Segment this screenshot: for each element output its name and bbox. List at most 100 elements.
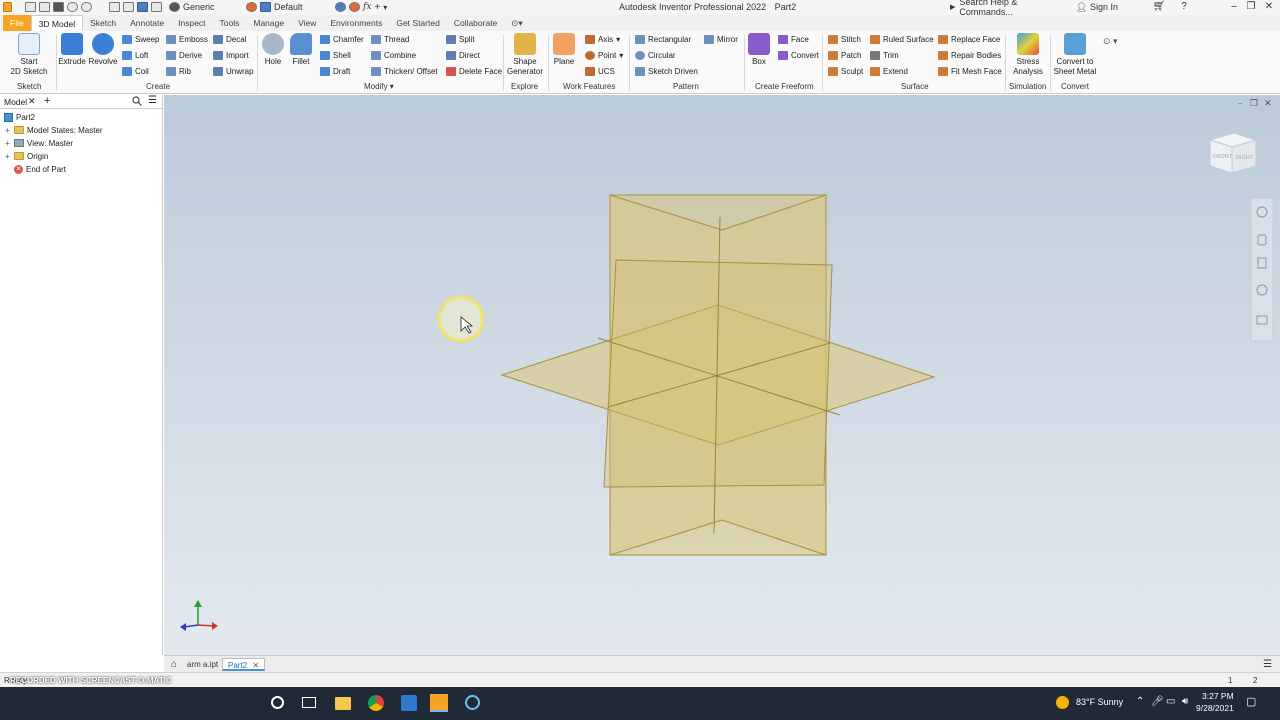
chamfer-button[interactable]: Chamfer [320,35,364,44]
help-icon[interactable]: ? [1175,0,1193,14]
tab-view[interactable]: View [291,15,323,31]
notifications-icon[interactable]: ▢ [1246,695,1256,708]
clock-time[interactable]: 3:27 PM [1202,691,1234,701]
viewcube[interactable]: FRONT RIGHT [1208,132,1258,174]
inventor-taskbar-icon[interactable] [430,694,448,712]
properties-icon[interactable] [151,2,162,12]
open-icon[interactable] [39,2,50,12]
tab-annotate[interactable]: Annotate [123,15,171,31]
menu-icon[interactable]: ☰ [148,95,157,106]
chrome-icon[interactable] [368,695,384,711]
ribbon-options-icon[interactable]: ⊙ ▾ [1103,36,1118,47]
tab-tools[interactable]: Tools [213,15,247,31]
emboss-button[interactable]: Emboss [166,35,208,44]
sculpt-button[interactable]: Sculpt [828,67,863,76]
shell-button[interactable]: Shell [320,51,351,60]
redo-icon[interactable] [81,2,92,12]
rectangular-pattern-button[interactable]: Rectangular [635,35,691,44]
add-browser-icon[interactable]: + [44,95,50,107]
clock-date[interactable]: 9/28/2021 [1196,703,1234,713]
home-icon[interactable]: ⌂ [166,658,182,671]
customize-icon[interactable]: ▾ [383,3,387,12]
circular-pattern-button[interactable]: Circular [635,51,676,60]
tab-inspect[interactable]: Inspect [171,15,212,31]
add-icon[interactable]: + [374,2,380,13]
close-icon[interactable]: ✕ [252,661,259,670]
combine-button[interactable]: Combine [371,51,416,60]
save-icon[interactable] [53,2,64,12]
weather-text[interactable]: 83°F Sunny [1076,697,1123,707]
delete-face-button[interactable]: Delete Face [446,67,502,76]
restore-button[interactable]: ❐ [1242,0,1260,14]
viewport-restore-icon[interactable]: ❐ [1250,99,1258,109]
sweep-button[interactable]: Sweep [122,35,159,44]
close-window-button[interactable]: ✕ [1260,0,1278,14]
mirror-button[interactable]: Mirror [704,35,738,44]
minimize-button[interactable]: – [1225,0,1243,14]
face-button[interactable]: Face [778,35,809,44]
tabs-menu-icon[interactable]: ☰ [1258,658,1277,671]
adjust-icon[interactable] [335,2,346,12]
trim-button[interactable]: Trim [870,51,899,60]
extend-button[interactable]: Extend [870,67,908,76]
unwrap-button[interactable]: Unwrap [213,67,254,76]
viewport-minimize-icon[interactable]: – [1238,99,1243,109]
graphics-viewport[interactable]: FRONT RIGHT – ❐ ✕ [164,95,1280,655]
tree-item-model-states[interactable]: + Model States: Master [4,124,102,136]
patch-button[interactable]: Patch [828,51,861,60]
sketch-driven-button[interactable]: Sketch Driven [635,67,698,76]
fillet-button[interactable]: Fillet [288,33,314,67]
loft-button[interactable]: Loft [122,51,148,60]
convert-freeform-button[interactable]: Convert [778,51,819,60]
replace-face-button[interactable]: Replace Face [938,35,1000,44]
doc-tab-arm-a[interactable]: arm a.ipt [182,658,223,671]
undo-icon[interactable] [67,2,78,12]
convert-sheet-metal-button[interactable]: Convert to Sheet Metal [1052,33,1098,76]
file-explorer-icon[interactable] [335,697,351,710]
shape-generator-button[interactable]: Shape Generator [505,33,545,76]
cart-icon[interactable]: 🛒︎ [1150,0,1168,14]
tree-item-end-of-part[interactable]: ✕ End of Part [14,163,66,175]
tab-manage[interactable]: Manage [246,15,291,31]
clear-appearance-icon[interactable] [349,2,360,12]
cortana-icon[interactable] [271,696,284,709]
axis-button[interactable]: Axis ▾ [585,35,620,44]
thicken-offset-button[interactable]: Thicken/ Offset [371,67,438,76]
appearance-select[interactable]: Generic [183,2,243,12]
tree-item-part2[interactable]: Part2 [4,111,35,123]
search-icon[interactable] [132,96,142,108]
fit-mesh-face-button[interactable]: Fit Mesh Face [938,67,1002,76]
tab-collaborate[interactable]: Collaborate [447,15,504,31]
tab-3d-model[interactable]: 3D Model [30,15,84,31]
doc-tab-part2[interactable]: Part2 ✕ [222,658,266,671]
import-button[interactable]: Import [213,51,249,60]
browser-tab-model[interactable]: Model [4,97,27,107]
extrude-button[interactable]: Extrude [58,33,86,67]
viewport-close-icon[interactable]: ✕ [1264,99,1272,109]
tab-sketch[interactable]: Sketch [83,15,123,31]
panel-modify[interactable]: Modify ▾ [364,82,394,91]
thread-button[interactable]: Thread [371,35,409,44]
direct-button[interactable]: Direct [446,51,480,60]
network-icon[interactable]: ▭ [1166,696,1175,707]
microphone-icon[interactable]: 🎤︎ [1151,696,1164,707]
stress-analysis-button[interactable]: Stress Analysis [1009,33,1047,76]
tab-environments[interactable]: Environments [323,15,389,31]
decal-button[interactable]: Decal [213,35,246,44]
tray-chevron-icon[interactable]: ⌃ [1136,696,1144,707]
tree-item-view[interactable]: + View: Master [4,137,73,149]
update-icon[interactable] [137,2,148,12]
hole-button[interactable]: Hole [260,33,286,67]
plane-button[interactable]: Plane [551,33,577,67]
point-button[interactable]: Point ▾ [585,51,623,60]
tab-get-started[interactable]: Get Started [389,15,446,31]
volume-icon[interactable]: 🔊︎ [1182,696,1188,707]
ucs-button[interactable]: UCS [585,67,615,76]
ruled-surface-button[interactable]: Ruled Surface [870,35,934,44]
derive-button[interactable]: Derive [166,51,202,60]
start-sketch-button[interactable]: Start 2D Sketch [8,33,50,76]
sign-in-button[interactable]: 👤︎ Sign In [1076,2,1118,13]
expand-icon[interactable]: + [4,152,11,160]
repair-bodies-button[interactable]: Repair Bodies [938,51,1001,60]
task-view-icon[interactable] [302,697,316,708]
